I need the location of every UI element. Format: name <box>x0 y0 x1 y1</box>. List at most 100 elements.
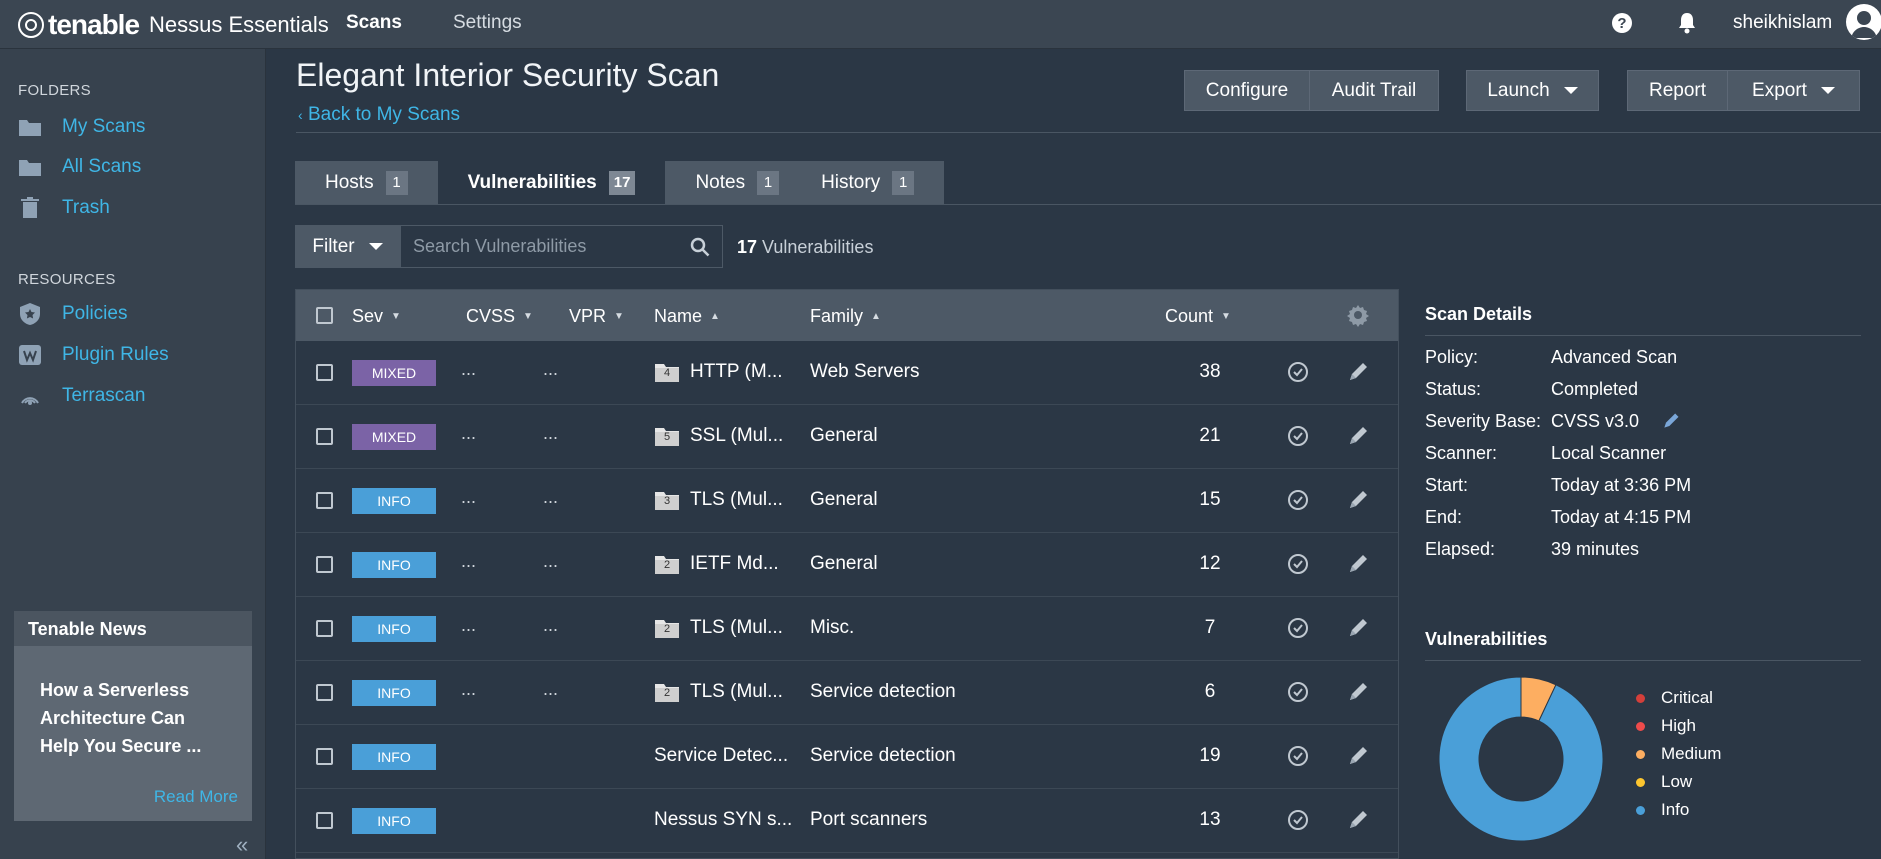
sidebar-item-terrascan[interactable]: Terrascan <box>18 385 145 407</box>
tenable-logo-icon <box>18 12 44 38</box>
search-input[interactable] <box>413 236 673 257</box>
col-count[interactable]: Count ▼ <box>1165 306 1231 327</box>
vulnerability-name[interactable]: 2 TLS (Mul... <box>654 617 783 639</box>
col-family[interactable]: Family ▲ <box>810 306 881 327</box>
sidebar-item-label: Policies <box>62 303 128 324</box>
edit-pencil-icon[interactable] <box>1346 424 1370 448</box>
vulnerability-name[interactable]: Service Detec... <box>654 745 788 767</box>
news-headline[interactable]: How a Serverless Architecture Can Help Y… <box>14 646 252 760</box>
detail-row: Status: Completed <box>1425 378 1861 400</box>
col-vpr[interactable]: VPR ▼ <box>569 306 624 327</box>
snooze-clock-icon[interactable] <box>1286 744 1310 768</box>
report-button[interactable]: Report <box>1627 70 1728 111</box>
vulnerability-count-number: 17 <box>737 237 758 257</box>
table-row[interactable]: MIXED...... 5 SSL (Mul... General 21 <box>296 405 1398 469</box>
configure-button[interactable]: Configure <box>1184 70 1310 111</box>
table-row[interactable]: INFO...... 2 TLS (Mul... Misc. 7 <box>296 597 1398 661</box>
vulnerability-name[interactable]: Nessus SYN s... <box>654 809 792 831</box>
row-checkbox[interactable] <box>316 492 333 509</box>
edit-pencil-icon[interactable] <box>1346 552 1370 576</box>
vulnerability-name[interactable]: 5 SSL (Mul... <box>654 425 783 447</box>
row-checkbox[interactable] <box>316 748 333 765</box>
tab-notes[interactable]: Notes 1 <box>665 161 809 204</box>
sidebar-item-plugin-rules[interactable]: Plugin Rules <box>18 344 169 366</box>
donut-slice-info[interactable] <box>1438 676 1604 842</box>
group-count: 4 <box>663 367 671 379</box>
tenable-logo[interactable]: tenable Nessus Essentials <box>18 9 329 41</box>
avatar[interactable] <box>1846 4 1881 40</box>
row-checkbox[interactable] <box>316 620 333 637</box>
edit-pencil-icon[interactable] <box>1346 744 1370 768</box>
vulnerability-name[interactable]: 2 TLS (Mul... <box>654 681 783 703</box>
row-checkbox[interactable] <box>316 556 333 573</box>
search-icon[interactable] <box>690 237 710 257</box>
snooze-clock-icon[interactable] <box>1286 552 1310 576</box>
detail-value: Today at 3:36 PM <box>1551 474 1692 495</box>
col-sev[interactable]: Sev ▼ <box>352 306 401 327</box>
select-all-checkbox[interactable] <box>316 307 333 324</box>
vulnerability-name[interactable]: 3 TLS (Mul... <box>654 489 783 511</box>
nav-settings[interactable]: Settings <box>453 12 522 34</box>
nav-scans[interactable]: Scans <box>346 12 402 34</box>
row-checkbox[interactable] <box>316 364 333 381</box>
family-value: Misc. <box>810 617 855 638</box>
help-icon[interactable]: ? <box>1610 11 1634 35</box>
table-header: Sev ▼ CVSS ▼ VPR ▼ Name ▲ Family ▲ Count ▼ <box>296 290 1398 341</box>
vulnerability-name-label: TLS (Mul... <box>690 489 783 510</box>
snooze-clock-icon[interactable] <box>1286 616 1310 640</box>
collapse-sidebar-icon[interactable]: « <box>236 832 248 858</box>
snooze-clock-icon[interactable] <box>1286 680 1310 704</box>
table-row[interactable]: INFO...... 2 TLS (Mul... Service detection 6 <box>296 661 1398 725</box>
table-row[interactable]: INFO...... 3 TLS (Mul... General 15 <box>296 469 1398 533</box>
read-more-link[interactable]: Read More <box>154 787 238 807</box>
sidebar-item-label: Plugin Rules <box>62 344 169 365</box>
sidebar-item-my-scans[interactable]: My Scans <box>18 116 145 138</box>
tab-hosts[interactable]: Hosts 1 <box>295 161 438 204</box>
snooze-clock-icon[interactable] <box>1286 488 1310 512</box>
user-name[interactable]: sheikhislam <box>1733 12 1832 34</box>
vpr-value: ... <box>543 423 559 443</box>
row-checkbox[interactable] <box>316 684 333 701</box>
tab-history[interactable]: History 1 <box>809 161 944 204</box>
launch-button[interactable]: Launch <box>1466 70 1599 111</box>
col-label: Sev <box>352 306 384 326</box>
edit-pencil-icon[interactable] <box>1661 411 1681 431</box>
edit-pencil-icon[interactable] <box>1346 680 1370 704</box>
vulnerability-name[interactable]: 2 IETF Md... <box>654 553 779 575</box>
snooze-clock-icon[interactable] <box>1286 808 1310 832</box>
page-title: Elegant Interior Security Scan <box>296 57 720 93</box>
snooze-clock-icon[interactable] <box>1286 424 1310 448</box>
col-cvss[interactable]: CVSS ▼ <box>466 306 533 327</box>
sidebar-item-trash[interactable]: Trash <box>18 197 110 219</box>
filter-button[interactable]: Filter <box>295 225 400 268</box>
detail-key: Status: <box>1425 378 1482 399</box>
vulnerability-name[interactable]: 4 HTTP (M... <box>654 361 783 383</box>
sidebar-item-policies[interactable]: Policies <box>18 303 127 325</box>
sidebar-item-all-scans[interactable]: All Scans <box>18 156 141 178</box>
edit-pencil-icon[interactable] <box>1346 616 1370 640</box>
edit-pencil-icon[interactable] <box>1346 808 1370 832</box>
back-link[interactable]: ‹ Back to My Scans <box>298 104 460 126</box>
count-value: 21 <box>1199 425 1221 446</box>
snooze-clock-icon[interactable] <box>1286 360 1310 384</box>
row-checkbox[interactable] <box>316 812 333 829</box>
table-row[interactable]: MIXED...... 4 HTTP (M... Web Servers 38 <box>296 341 1398 405</box>
cvss-value: ... <box>461 487 477 507</box>
edit-pencil-icon[interactable] <box>1346 360 1370 384</box>
row-checkbox[interactable] <box>316 428 333 445</box>
tab-vulnerabilities[interactable]: Vulnerabilities 17 <box>437 161 666 204</box>
detail-row: Severity Base: CVSS v3.0 <box>1425 410 1861 432</box>
plugin-rules-icon <box>19 345 41 365</box>
edit-pencil-icon[interactable] <box>1346 488 1370 512</box>
col-name[interactable]: Name ▲ <box>654 306 720 327</box>
svg-text:?: ? <box>1617 15 1626 32</box>
bell-icon[interactable] <box>1675 11 1699 35</box>
table-row[interactable]: INFO Nessus SYN s... Port scanners 13 <box>296 789 1398 853</box>
family-value: Service detection <box>810 681 956 702</box>
audit-trail-button[interactable]: Audit Trail <box>1309 70 1439 111</box>
severity-badge: INFO <box>352 552 436 578</box>
table-row[interactable]: INFO Service Detec... Service detection 19 <box>296 725 1398 789</box>
table-row[interactable]: INFO...... 2 IETF Md... General 12 <box>296 533 1398 597</box>
gear-icon[interactable] <box>1346 303 1370 327</box>
export-button[interactable]: Export <box>1727 70 1860 111</box>
